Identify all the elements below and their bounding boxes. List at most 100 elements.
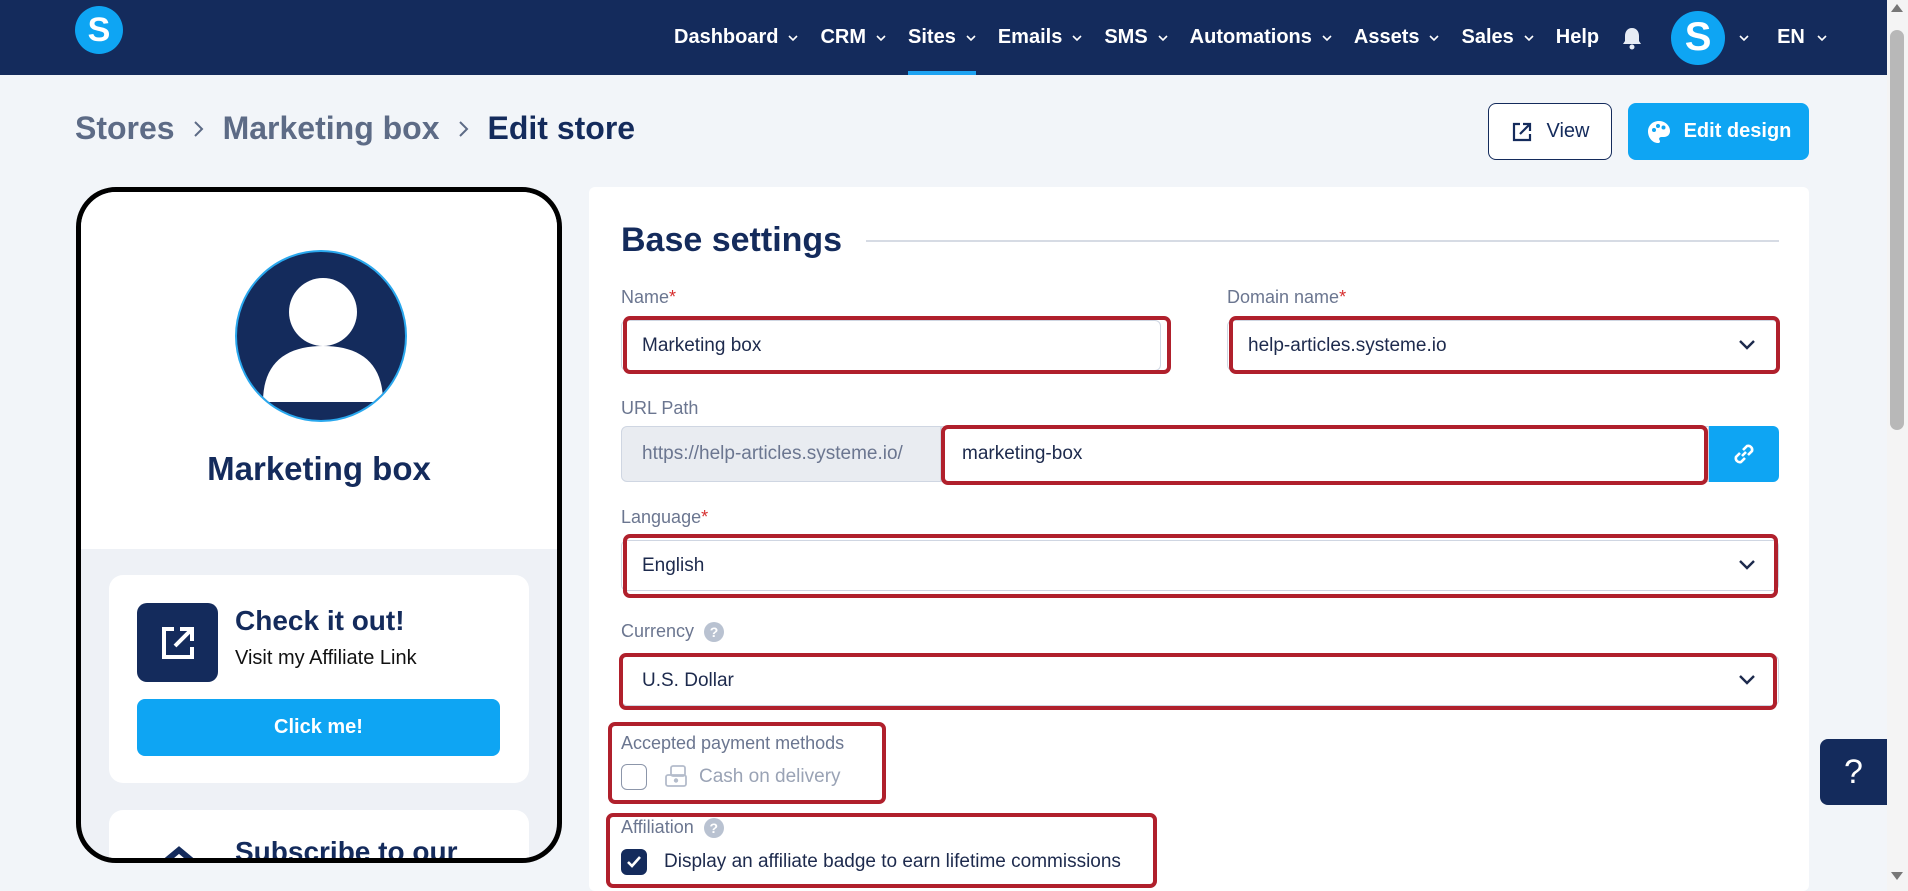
url-path-label: URL Path: [621, 398, 699, 418]
name-input[interactable]: Marketing box: [621, 320, 1161, 371]
nav-help-label: Help: [1555, 26, 1600, 48]
domain-label: Domain name*: [1227, 287, 1346, 308]
currency-label-text: Currency: [621, 621, 695, 641]
nav-assets[interactable]: Assets: [1354, 0, 1440, 75]
store-preview-phone: Marketing box Check it out! Visit my Aff…: [76, 187, 562, 863]
name-label-text: Name: [621, 287, 670, 307]
breadcrumb: Stores Marketing box Edit store: [75, 110, 635, 147]
subscribe-title: Subscribe to our: [235, 836, 458, 863]
palette-icon: [1647, 120, 1670, 143]
copy-link-button[interactable]: [1709, 426, 1779, 482]
view-button[interactable]: View: [1488, 103, 1612, 160]
nav-dashboard-label: Dashboard: [674, 26, 779, 48]
domain-value: help-articles.systeme.io: [1248, 334, 1447, 356]
language-switcher[interactable]: EN: [1777, 26, 1827, 49]
nav-emails[interactable]: Emails: [998, 0, 1082, 75]
app-logo[interactable]: S: [75, 6, 123, 54]
chevron-down-icon: [788, 34, 799, 41]
checkmark-icon: [627, 856, 641, 868]
name-label: Name*: [621, 287, 676, 308]
page-title: Edit store: [487, 110, 636, 146]
nav-sales-label: Sales: [1461, 26, 1514, 48]
url-prefix: https://help-articles.systeme.io/: [621, 426, 941, 482]
required-mark: *: [1339, 287, 1347, 307]
required-mark: *: [701, 507, 709, 527]
url-path-input[interactable]: marketing-box: [941, 426, 1709, 482]
cash-on-delivery-checkbox[interactable]: [621, 764, 647, 790]
currency-label: Currency?: [621, 621, 725, 643]
breadcrumb-stores[interactable]: Stores: [75, 110, 175, 147]
chevron-down-icon: [1524, 34, 1534, 41]
nav-emails-label: Emails: [997, 26, 1063, 48]
scroll-down-arrow-icon[interactable]: [1891, 872, 1903, 880]
language-label-text: Language: [621, 507, 702, 527]
scroll-up-arrow-icon[interactable]: [1891, 4, 1903, 12]
affiliate-badge-checkbox[interactable]: [621, 849, 647, 875]
edit-design-label: Edit design: [1683, 120, 1792, 142]
nav-crm[interactable]: CRM: [820, 0, 886, 75]
chevron-down-icon: [966, 34, 976, 41]
notifications-bell-icon[interactable]: [1621, 26, 1643, 50]
currency-value: U.S. Dollar: [642, 669, 734, 691]
divider: [866, 240, 1779, 242]
language-code: EN: [1777, 26, 1805, 48]
subscribe-card: Subscribe to our: [109, 810, 529, 863]
click-me-button[interactable]: Click me!: [137, 699, 500, 756]
chevron-right-icon: [458, 120, 470, 138]
chevron-down-icon: [1429, 34, 1440, 41]
envelope-icon: [164, 846, 194, 858]
chevron-down-icon: [1158, 34, 1168, 41]
chevron-down-icon: [876, 34, 886, 41]
base-settings-panel: Base settings Name* Marketing box Domain…: [589, 187, 1809, 891]
nav-sites[interactable]: Sites: [908, 0, 976, 75]
cash-on-delivery-label: Cash on delivery: [699, 766, 841, 787]
help-widget-button[interactable]: ?: [1820, 739, 1887, 805]
profile-name: Marketing box: [207, 450, 431, 487]
affiliation-label-text: Affiliation: [621, 817, 694, 837]
language-label: Language*: [621, 507, 708, 528]
nav-help[interactable]: Help: [1556, 0, 1599, 75]
chevron-right-icon: [193, 120, 205, 138]
affiliation-label: Affiliation?: [621, 817, 724, 839]
chevron-down-icon: [1739, 340, 1755, 350]
user-avatar[interactable]: S: [1671, 10, 1726, 65]
nav-dashboard[interactable]: Dashboard: [674, 0, 799, 75]
nav-assets-label: Assets: [1353, 26, 1420, 48]
name-value: Marketing box: [642, 334, 762, 356]
payment-methods-label: Accepted payment methods: [621, 733, 845, 753]
scrollbar-thumb[interactable]: [1890, 30, 1904, 430]
help-circle-icon[interactable]: ?: [703, 818, 724, 839]
edit-design-button[interactable]: Edit design: [1628, 103, 1809, 160]
chevron-down-icon: [1739, 675, 1755, 685]
nav-sms[interactable]: SMS: [1104, 0, 1168, 75]
nav-sms-label: SMS: [1104, 26, 1148, 48]
help-circle-icon[interactable]: ?: [704, 622, 725, 643]
chevron-down-icon[interactable]: [1739, 33, 1749, 43]
nav-sales[interactable]: Sales: [1461, 0, 1534, 75]
link-icon: [1734, 444, 1754, 464]
external-link-icon: [137, 603, 218, 682]
card-title: Check it out!: [235, 605, 405, 636]
language-value: English: [642, 554, 705, 576]
affiliate-link-card: Check it out! Visit my Affiliate Link Cl…: [109, 575, 529, 783]
top-navigation: S Dashboard CRM Sites Emails SMS Automat…: [0, 0, 1887, 75]
main-menu: Dashboard CRM Sites Emails SMS Automatio…: [674, 0, 1827, 75]
chevron-down-icon: [1739, 560, 1755, 570]
nav-crm-label: CRM: [820, 26, 867, 48]
currency-select[interactable]: U.S. Dollar: [621, 655, 1779, 706]
nav-automations[interactable]: Automations: [1190, 0, 1332, 75]
profile-avatar-icon: [235, 250, 407, 422]
chevron-down-icon: [1817, 34, 1827, 41]
domain-select[interactable]: help-articles.systeme.io: [1227, 320, 1779, 371]
url-path-value: marketing-box: [962, 443, 1083, 464]
domain-label-text: Domain name: [1227, 287, 1340, 307]
affiliate-badge-label: Display an affiliate badge to earn lifet…: [664, 851, 1121, 872]
nav-automations-label: Automations: [1189, 26, 1312, 48]
preview-header: Marketing box: [81, 192, 557, 549]
section-title: Base settings: [621, 221, 843, 259]
nav-sites-label: Sites: [908, 26, 956, 48]
breadcrumb-store[interactable]: Marketing box: [223, 110, 440, 147]
language-select[interactable]: English: [621, 540, 1779, 591]
required-mark: *: [669, 287, 677, 307]
chevron-down-icon: [1072, 34, 1082, 41]
